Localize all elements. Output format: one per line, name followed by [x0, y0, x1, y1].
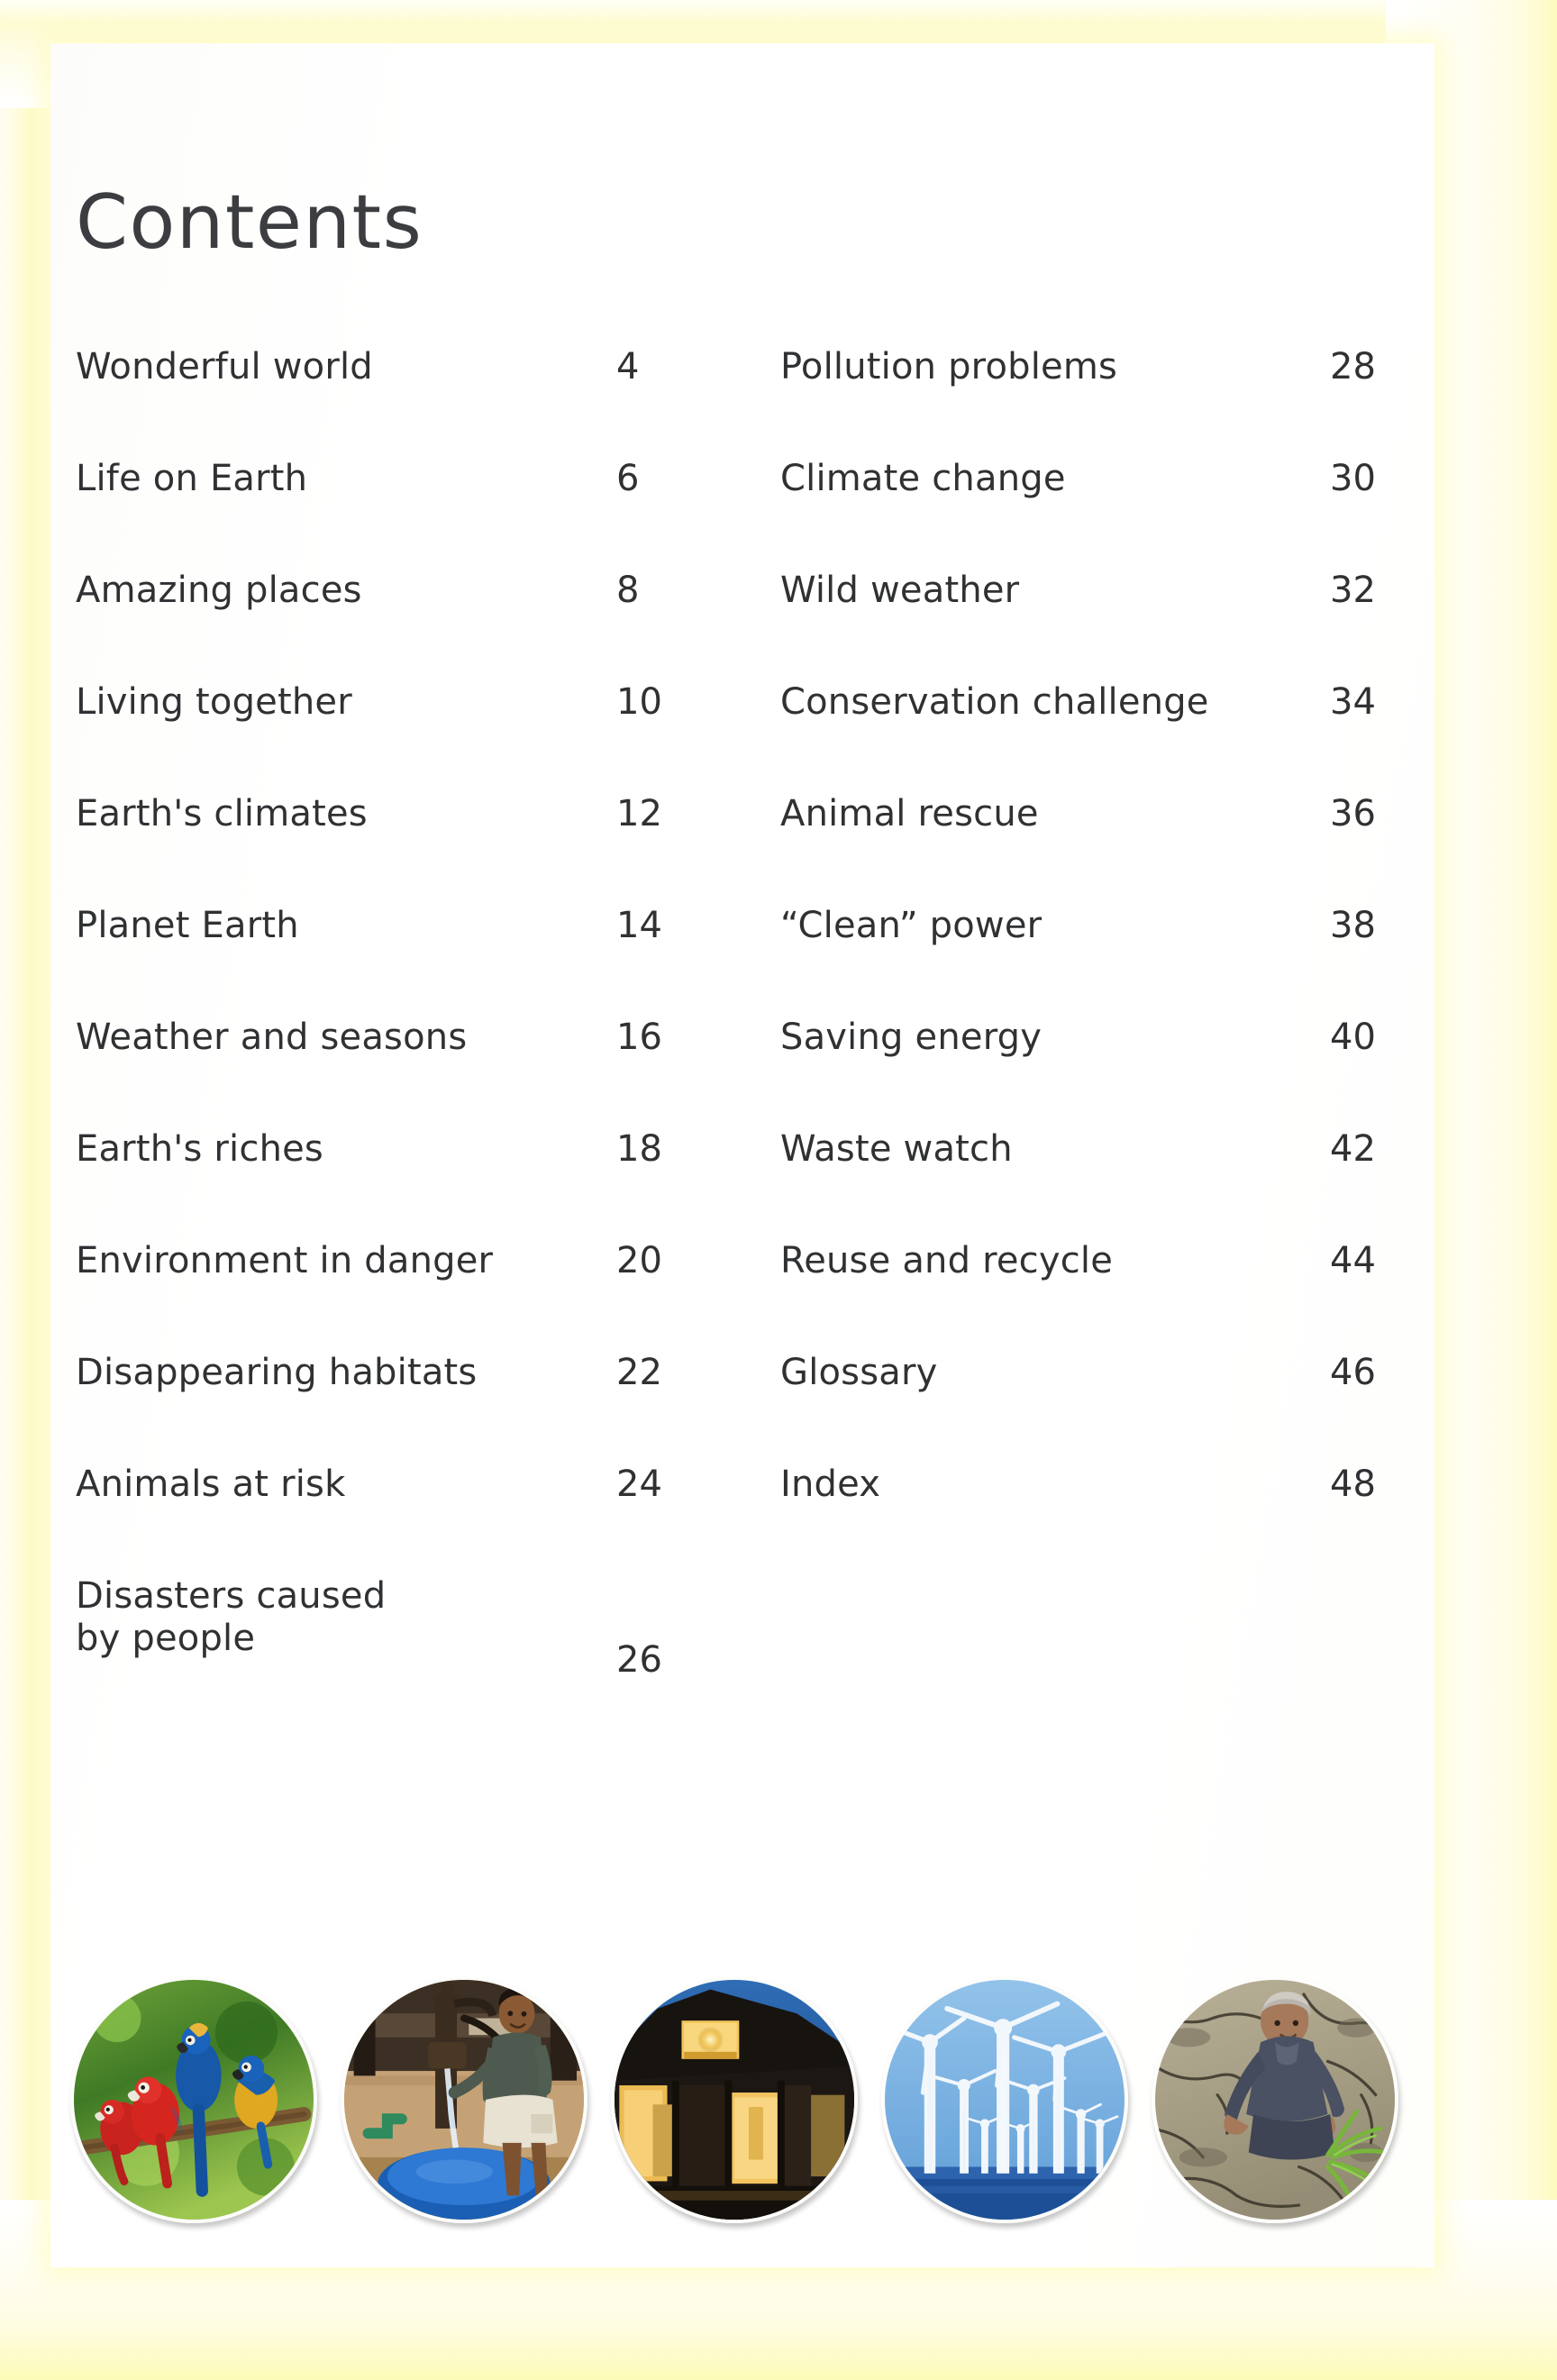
toc-entry-page-number: 6 [616, 458, 640, 499]
toc-entry-page-number: 12 [616, 793, 662, 834]
toc-entry-page-number: 4 [616, 346, 640, 388]
toc-row[interactable]: Amazing places 8 [76, 570, 639, 681]
toc-entry-page-number: 30 [1330, 458, 1376, 499]
toc-entry-page-number: 42 [1330, 1128, 1376, 1170]
toc-entry-label: Saving energy [780, 1017, 1043, 1058]
toc-row[interactable]: Environment in danger 20 [76, 1240, 662, 1352]
toc-entry-page-number: 32 [1330, 570, 1376, 611]
toc-entry-page-number: 46 [1330, 1352, 1376, 1393]
lit-house-photo [611, 1976, 858, 2223]
toc-entry-page-number: 44 [1330, 1240, 1376, 1281]
toc-entry-label: Wild weather [780, 570, 1020, 611]
toc-entry-page-number: 36 [1330, 793, 1376, 834]
toc-row[interactable]: Animals at risk 24 [76, 1464, 662, 1575]
toc-row[interactable]: Disasters caused by people 26 [76, 1575, 662, 1724]
toc-row[interactable]: Life on Earth 6 [76, 458, 639, 570]
photo-strip [70, 1960, 1398, 2248]
drought-farmer-photo [1152, 1976, 1398, 2223]
toc-row[interactable]: Waste watch 42 [780, 1128, 1376, 1240]
toc-column-left: Wonderful world 4 Life on Earth 6 Amazing pl… [76, 346, 662, 1724]
toc-row[interactable]: Animal rescue 36 [780, 793, 1376, 905]
toc-entry-label: Amazing places [76, 570, 362, 611]
toc-entry-label: Glossary [780, 1352, 938, 1393]
toc-entry-label: Climate change [780, 458, 1066, 499]
toc-entry-page-number: 26 [616, 1639, 662, 1681]
toc-entry-page-number: 40 [1330, 1017, 1376, 1058]
toc-entry-label: Index [780, 1464, 881, 1505]
toc-entry-label: Wonderful world [76, 346, 373, 388]
toc-entry-page-number: 16 [616, 1017, 662, 1058]
toc-row[interactable]: Conservation challenge 34 [780, 681, 1376, 793]
toc-entry-page-number: 38 [1330, 905, 1376, 946]
wind-turbines-photo [881, 1976, 1128, 2223]
contents-page: Contents Wonderful world 4 Life on Earth 6 A… [0, 0, 1557, 2380]
toc-entry-page-number: 24 [616, 1464, 662, 1505]
toc-entry-page-number: 28 [1330, 346, 1376, 388]
toc-entry-label: Planet Earth [76, 905, 299, 946]
toc-row[interactable]: Climate change 30 [780, 458, 1376, 570]
toc-row[interactable]: Earth's climates 12 [76, 793, 662, 905]
toc-entry-label: Life on Earth [76, 458, 308, 499]
toc-row[interactable]: Disappearing habitats 22 [76, 1352, 662, 1464]
toc-entry-label: Reuse and recycle [780, 1240, 1114, 1281]
toc-row[interactable]: Reuse and recycle 44 [780, 1240, 1376, 1352]
macaws-photo [70, 1976, 317, 2223]
water-pump-photo [341, 1976, 587, 2223]
toc-entry-label: Earth's riches [76, 1128, 323, 1170]
toc-row[interactable]: “Clean” power 38 [780, 905, 1376, 1017]
toc-row[interactable]: Pollution problems 28 [780, 346, 1376, 458]
toc-entry-page-number: 8 [616, 570, 640, 611]
toc-entry-page-number: 22 [616, 1352, 662, 1393]
toc-row[interactable]: Weather and seasons 16 [76, 1017, 662, 1128]
toc-entry-label: Living together [76, 681, 352, 723]
toc-entry-label: “Clean” power [780, 905, 1043, 946]
page-title: Contents [76, 178, 423, 266]
toc-entry-page-number: 48 [1330, 1464, 1376, 1505]
toc-entry-label: Animal rescue [780, 793, 1039, 834]
toc-row[interactable]: Planet Earth 14 [76, 905, 662, 1017]
toc-entry-label: Disappearing habitats [76, 1352, 478, 1393]
toc-entry-label: Conservation challenge [780, 681, 1209, 723]
toc-entry-label: Weather and seasons [76, 1017, 468, 1058]
toc-entry-label: Environment in danger [76, 1240, 494, 1281]
toc-entry-label: Animals at risk [76, 1464, 346, 1505]
toc-row[interactable]: Living together 10 [76, 681, 662, 793]
toc-row[interactable]: Saving energy 40 [780, 1017, 1376, 1128]
toc-entry-page-number: 20 [616, 1240, 662, 1281]
toc-entry-label: Pollution problems [780, 346, 1118, 388]
toc-column-right: Pollution problems 28 Climate change 30 Wild… [780, 346, 1376, 1575]
toc-row[interactable]: Earth's riches 18 [76, 1128, 662, 1240]
toc-row[interactable]: Glossary 46 [780, 1352, 1376, 1464]
toc-entry-page-number: 14 [616, 905, 662, 946]
toc-entry-page-number: 34 [1330, 681, 1376, 723]
toc-entry-label: Disasters caused by people [76, 1575, 387, 1660]
toc-row[interactable]: Wild weather 32 [780, 570, 1376, 681]
toc-row[interactable]: Index 48 [780, 1464, 1376, 1575]
toc-entry-label: Waste watch [780, 1128, 1013, 1170]
toc-entry-page-number: 10 [616, 681, 662, 723]
toc-row[interactable]: Wonderful world 4 [76, 346, 639, 458]
toc-entry-label: Earth's climates [76, 793, 368, 834]
toc-entry-page-number: 18 [616, 1128, 662, 1170]
